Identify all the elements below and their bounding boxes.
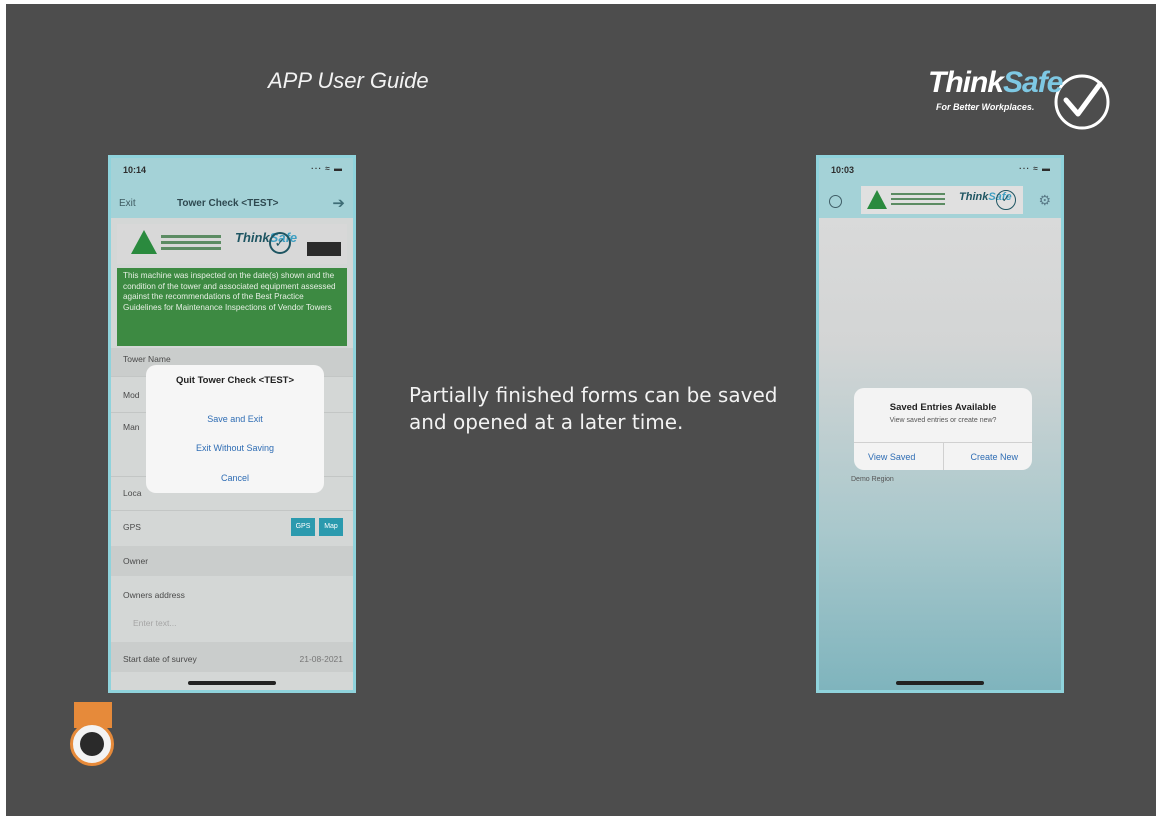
status-time: 10:14: [123, 165, 147, 175]
home-indicator: [896, 681, 984, 685]
sponsor-badge: [307, 242, 341, 256]
dialog-title: Quit Tower Check <TEST>: [175, 375, 295, 386]
page-title: APP User Guide: [268, 68, 429, 93]
field-owners-address: Owners address: [123, 590, 185, 600]
map-button[interactable]: Map: [319, 518, 343, 536]
exit-button[interactable]: Exit: [119, 198, 136, 209]
cancel-button[interactable]: Cancel: [146, 473, 324, 483]
status-bar: 10:03 ··· ≈ ▬: [819, 158, 1061, 180]
gear-icon[interactable]: ⚙: [1038, 192, 1051, 209]
thinksafe-logo: ThinkSafe For Better Workplaces.: [920, 62, 1110, 134]
status-bar: 10:14 ··· ≈ ▬: [111, 158, 353, 180]
quit-dialog: Quit Tower Check <TEST> Save and Exit Ex…: [146, 365, 324, 493]
signal-icon: ··· ≈ ▬: [311, 164, 343, 173]
partner-logos: ThinkSafe ✓: [117, 224, 347, 264]
check-icon: ✓: [269, 232, 291, 254]
association-logo-icon: [131, 230, 157, 254]
submit-arrow-icon[interactable]: ➔: [332, 194, 345, 212]
dialog-title: Saved Entries Available: [889, 402, 997, 413]
association-logo-icon: [867, 190, 887, 209]
home-indicator: [188, 681, 276, 685]
gps-button[interactable]: GPS: [291, 518, 315, 536]
nav-bar: 10:14 ··· ≈ ▬ Exit Tower Check <TEST> ➔: [111, 158, 353, 218]
create-new-button[interactable]: Create New: [970, 452, 1018, 462]
inspection-notice: This machine was inspected on the date(s…: [117, 268, 347, 346]
exit-without-saving-button[interactable]: Exit Without Saving: [146, 443, 324, 453]
phone-screenshot-saved-entries: 10:03 ··· ≈ ▬ ThinkSafe ✓ ⚙ Saved Entrie…: [816, 155, 1064, 693]
history-clock-icon[interactable]: [829, 195, 842, 208]
region-label: Demo Region: [851, 476, 894, 483]
saved-entries-dialog: Saved Entries Available View saved entri…: [854, 388, 1032, 470]
owners-address-input[interactable]: Enter text...: [111, 618, 353, 628]
screen-title: Tower Check <TEST>: [177, 198, 279, 209]
certification-seal-icon: [68, 702, 116, 772]
brand-tagline: For Better Workplaces.: [936, 102, 1035, 112]
field-owner[interactable]: Owner: [111, 556, 353, 566]
status-time: 10:03: [831, 165, 855, 175]
field-gps: GPS GPS Map: [111, 518, 353, 544]
check-icon: ✓: [996, 190, 1016, 210]
brand-wordmark: ThinkSafe: [928, 66, 1063, 99]
nav-bar: 10:03 ··· ≈ ▬ ThinkSafe ✓ ⚙: [819, 158, 1061, 218]
field-start-date[interactable]: Start date of survey 21-08-2021: [111, 654, 353, 664]
start-date-value: 21-08-2021: [299, 654, 343, 664]
phone-screenshot-quit-dialog: 10:14 ··· ≈ ▬ Exit Tower Check <TEST> ➔ …: [108, 155, 356, 693]
signal-icon: ··· ≈ ▬: [1019, 164, 1051, 173]
dialog-message: View saved entries or create new?: [889, 417, 997, 424]
field-tower-name[interactable]: Tower Name: [111, 354, 353, 364]
save-and-exit-button[interactable]: Save and Exit: [146, 414, 324, 424]
slide-caption: Partially finished forms can be saved an…: [409, 383, 778, 434]
view-saved-button[interactable]: View Saved: [868, 452, 915, 462]
partner-logos: ThinkSafe ✓: [861, 186, 1023, 214]
